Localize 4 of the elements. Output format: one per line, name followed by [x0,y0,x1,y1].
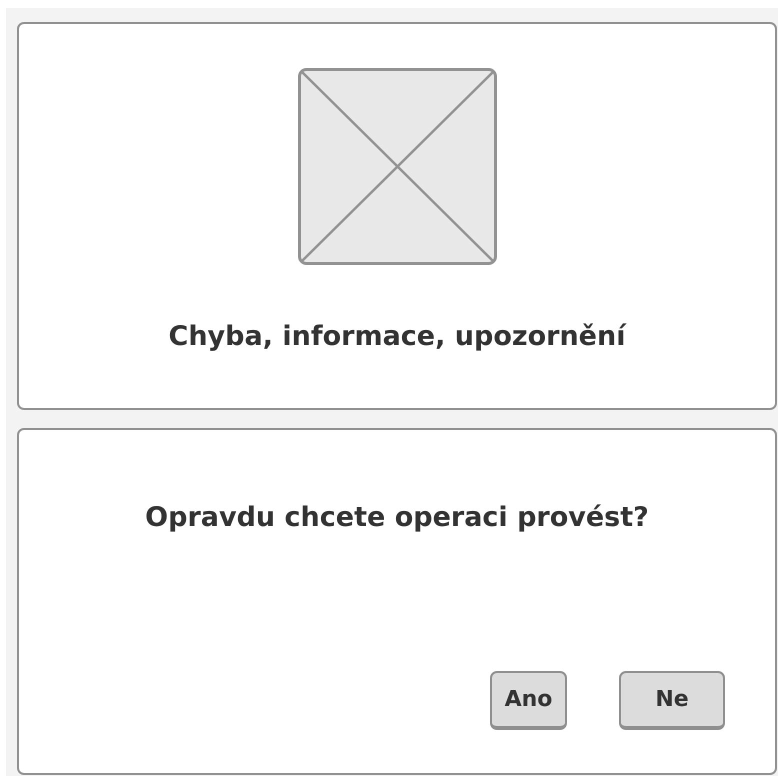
yes-button[interactable]: Ano [490,671,567,730]
message-title: Chyba, informace, upozornění [168,321,626,352]
confirm-question: Opravdu chcete operaci provést? [145,502,649,533]
no-button[interactable]: Ne [619,671,725,730]
